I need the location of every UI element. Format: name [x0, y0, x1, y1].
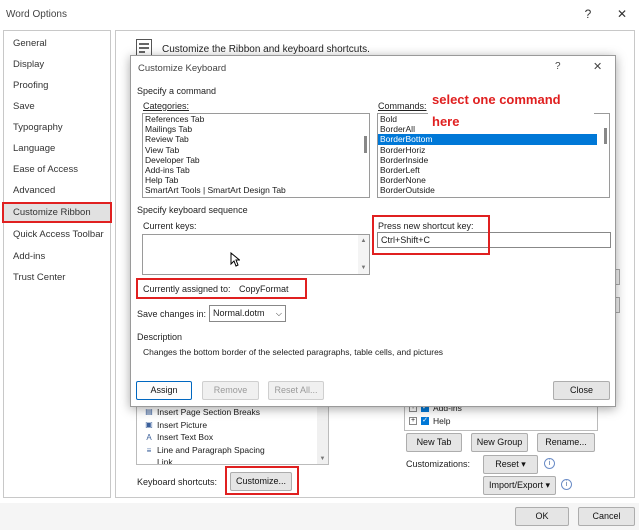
dialog-close-icon[interactable]: ✕	[593, 60, 602, 73]
new-tab-button[interactable]: New Tab	[406, 433, 462, 452]
sidebar-item-add-ins[interactable]: Add-ins	[4, 247, 110, 267]
categories-list[interactable]: References Tab Mailings Tab Review Tab V…	[142, 113, 370, 198]
list-item[interactable]: Link	[157, 456, 265, 464]
cancel-button[interactable]: Cancel	[578, 507, 635, 526]
keyboard-shortcuts-label: Keyboard shortcuts:	[137, 477, 218, 487]
commands-list-behind[interactable]: Insert Page Section Breaks Insert Pictur…	[136, 401, 329, 465]
scrollbar-thumb[interactable]	[604, 128, 607, 144]
specify-sequence-heading: Specify keyboard sequence	[137, 205, 248, 215]
description-heading: Description	[137, 332, 183, 342]
help-button[interactable]: ?	[577, 4, 599, 24]
command-item-selected[interactable]: BorderBottom	[378, 134, 597, 145]
scroll-down-icon[interactable]: ▼	[358, 263, 369, 273]
remove-button[interactable]: Remove	[202, 381, 259, 400]
sidebar-item-general[interactable]: General	[4, 34, 110, 54]
scroll-down-icon[interactable]: ▼	[317, 454, 328, 464]
new-shortcut-highlight	[372, 215, 490, 255]
checkbox-checked-icon[interactable]: ✓	[421, 417, 429, 425]
ok-button[interactable]: OK	[515, 507, 569, 526]
annotation-text-line1: select one command	[432, 92, 561, 107]
sidebar-item-language[interactable]: Language	[4, 139, 110, 159]
assign-button[interactable]: Assign	[136, 381, 192, 400]
tree-item-help[interactable]: Help	[433, 416, 450, 426]
section-break-icon: ▤	[145, 407, 153, 416]
list-item[interactable]: Insert Page Section Breaks	[157, 406, 265, 419]
scrollbar[interactable]: ▼	[317, 402, 328, 464]
description-text: Changes the bottom border of the selecte…	[143, 347, 444, 357]
dialog-help-button[interactable]: ?	[555, 61, 561, 72]
category-item[interactable]: Help Tab	[143, 175, 369, 185]
picture-icon: ▣	[145, 420, 153, 429]
category-item[interactable]: Mailings Tab	[143, 124, 369, 134]
rename-button[interactable]: Rename...	[537, 433, 595, 452]
info-icon[interactable]: i	[544, 458, 555, 469]
customize-ribbon-highlight	[2, 202, 112, 223]
commands-label: Commands:	[378, 101, 427, 111]
category-item[interactable]: View Tab	[143, 145, 369, 155]
save-changes-value: Normal.dotm	[213, 308, 265, 318]
sidebar-item-quick-access-toolbar[interactable]: Quick Access Toolbar	[4, 225, 110, 245]
sidebar-item-display[interactable]: Display	[4, 55, 110, 75]
current-keys-label: Current keys:	[143, 221, 197, 231]
category-item[interactable]: References Tab	[143, 114, 369, 124]
specify-command-heading: Specify a command	[137, 86, 217, 96]
reset-dropdown[interactable]: Reset ▾	[483, 455, 538, 474]
command-item[interactable]: BorderInside	[378, 155, 597, 165]
command-item[interactable]: BorderNone	[378, 175, 597, 185]
categories-label: Categories:	[143, 101, 190, 111]
customize-keyboard-dialog: Customize Keyboard ? ✕ Specify a command…	[130, 55, 616, 407]
command-item[interactable]: BorderHoriz	[378, 145, 597, 155]
customizations-label: Customizations:	[406, 459, 471, 469]
mouse-cursor-icon	[230, 251, 241, 269]
sidebar-item-ease-of-access[interactable]: Ease of Access	[4, 160, 110, 180]
dialog-title: Customize Keyboard	[138, 63, 227, 74]
close-window-button[interactable]: ✕	[611, 4, 633, 24]
list-item[interactable]: Line and Paragraph Spacing	[157, 444, 265, 457]
sidebar-item-advanced[interactable]: Advanced	[4, 181, 110, 201]
reset-all-button[interactable]: Reset All...	[268, 381, 324, 400]
dialog-close-button[interactable]: Close	[553, 381, 610, 400]
text-box-icon: A	[146, 433, 152, 442]
list-item[interactable]: Insert Picture	[157, 419, 265, 432]
chevron-down-icon: ⌵	[275, 309, 282, 318]
sidebar-item-trust-center[interactable]: Trust Center	[4, 268, 110, 288]
current-keys-list[interactable]: ▲ ▼	[142, 234, 370, 275]
save-changes-label: Save changes in:	[137, 309, 207, 319]
assigned-to-highlight	[136, 278, 307, 299]
sidebar-item-save[interactable]: Save	[4, 97, 110, 117]
category-item[interactable]: Review Tab	[143, 134, 369, 144]
info-icon[interactable]: i	[561, 479, 572, 490]
line-spacing-icon: ≡	[146, 446, 152, 455]
import-export-dropdown[interactable]: Import/Export ▾	[483, 476, 556, 495]
category-item[interactable]: SmartArt Tools | SmartArt Design Tab	[143, 185, 369, 195]
sidebar-item-typography[interactable]: Typography	[4, 118, 110, 138]
customize-highlight	[225, 466, 299, 495]
options-header: Customize the Ribbon and keyboard shortc…	[162, 44, 370, 55]
command-item[interactable]: BorderLeft	[378, 165, 597, 175]
list-item[interactable]: Insert Text Box	[157, 431, 265, 444]
new-group-button[interactable]: New Group	[471, 433, 528, 452]
command-item[interactable]: BorderOutside	[378, 185, 597, 195]
scrollbar-thumb[interactable]	[364, 136, 367, 153]
expand-icon[interactable]: +	[409, 417, 417, 425]
sidebar-item-proofing[interactable]: Proofing	[4, 76, 110, 96]
annotation-text-line2: here	[432, 114, 460, 129]
category-item[interactable]: Add-ins Tab	[143, 165, 369, 175]
annotation-box: select one command here	[428, 86, 594, 134]
save-changes-select[interactable]: Normal.dotm ⌵	[209, 305, 286, 322]
word-options-titlebar	[0, 0, 639, 30]
scrollbar[interactable]: ▲ ▼	[358, 235, 369, 274]
scroll-up-icon[interactable]: ▲	[358, 236, 369, 246]
options-sidebar: General Display Proofing Save Typography…	[3, 30, 111, 498]
category-item[interactable]: Developer Tab	[143, 155, 369, 165]
window-title: Word Options	[6, 9, 67, 20]
